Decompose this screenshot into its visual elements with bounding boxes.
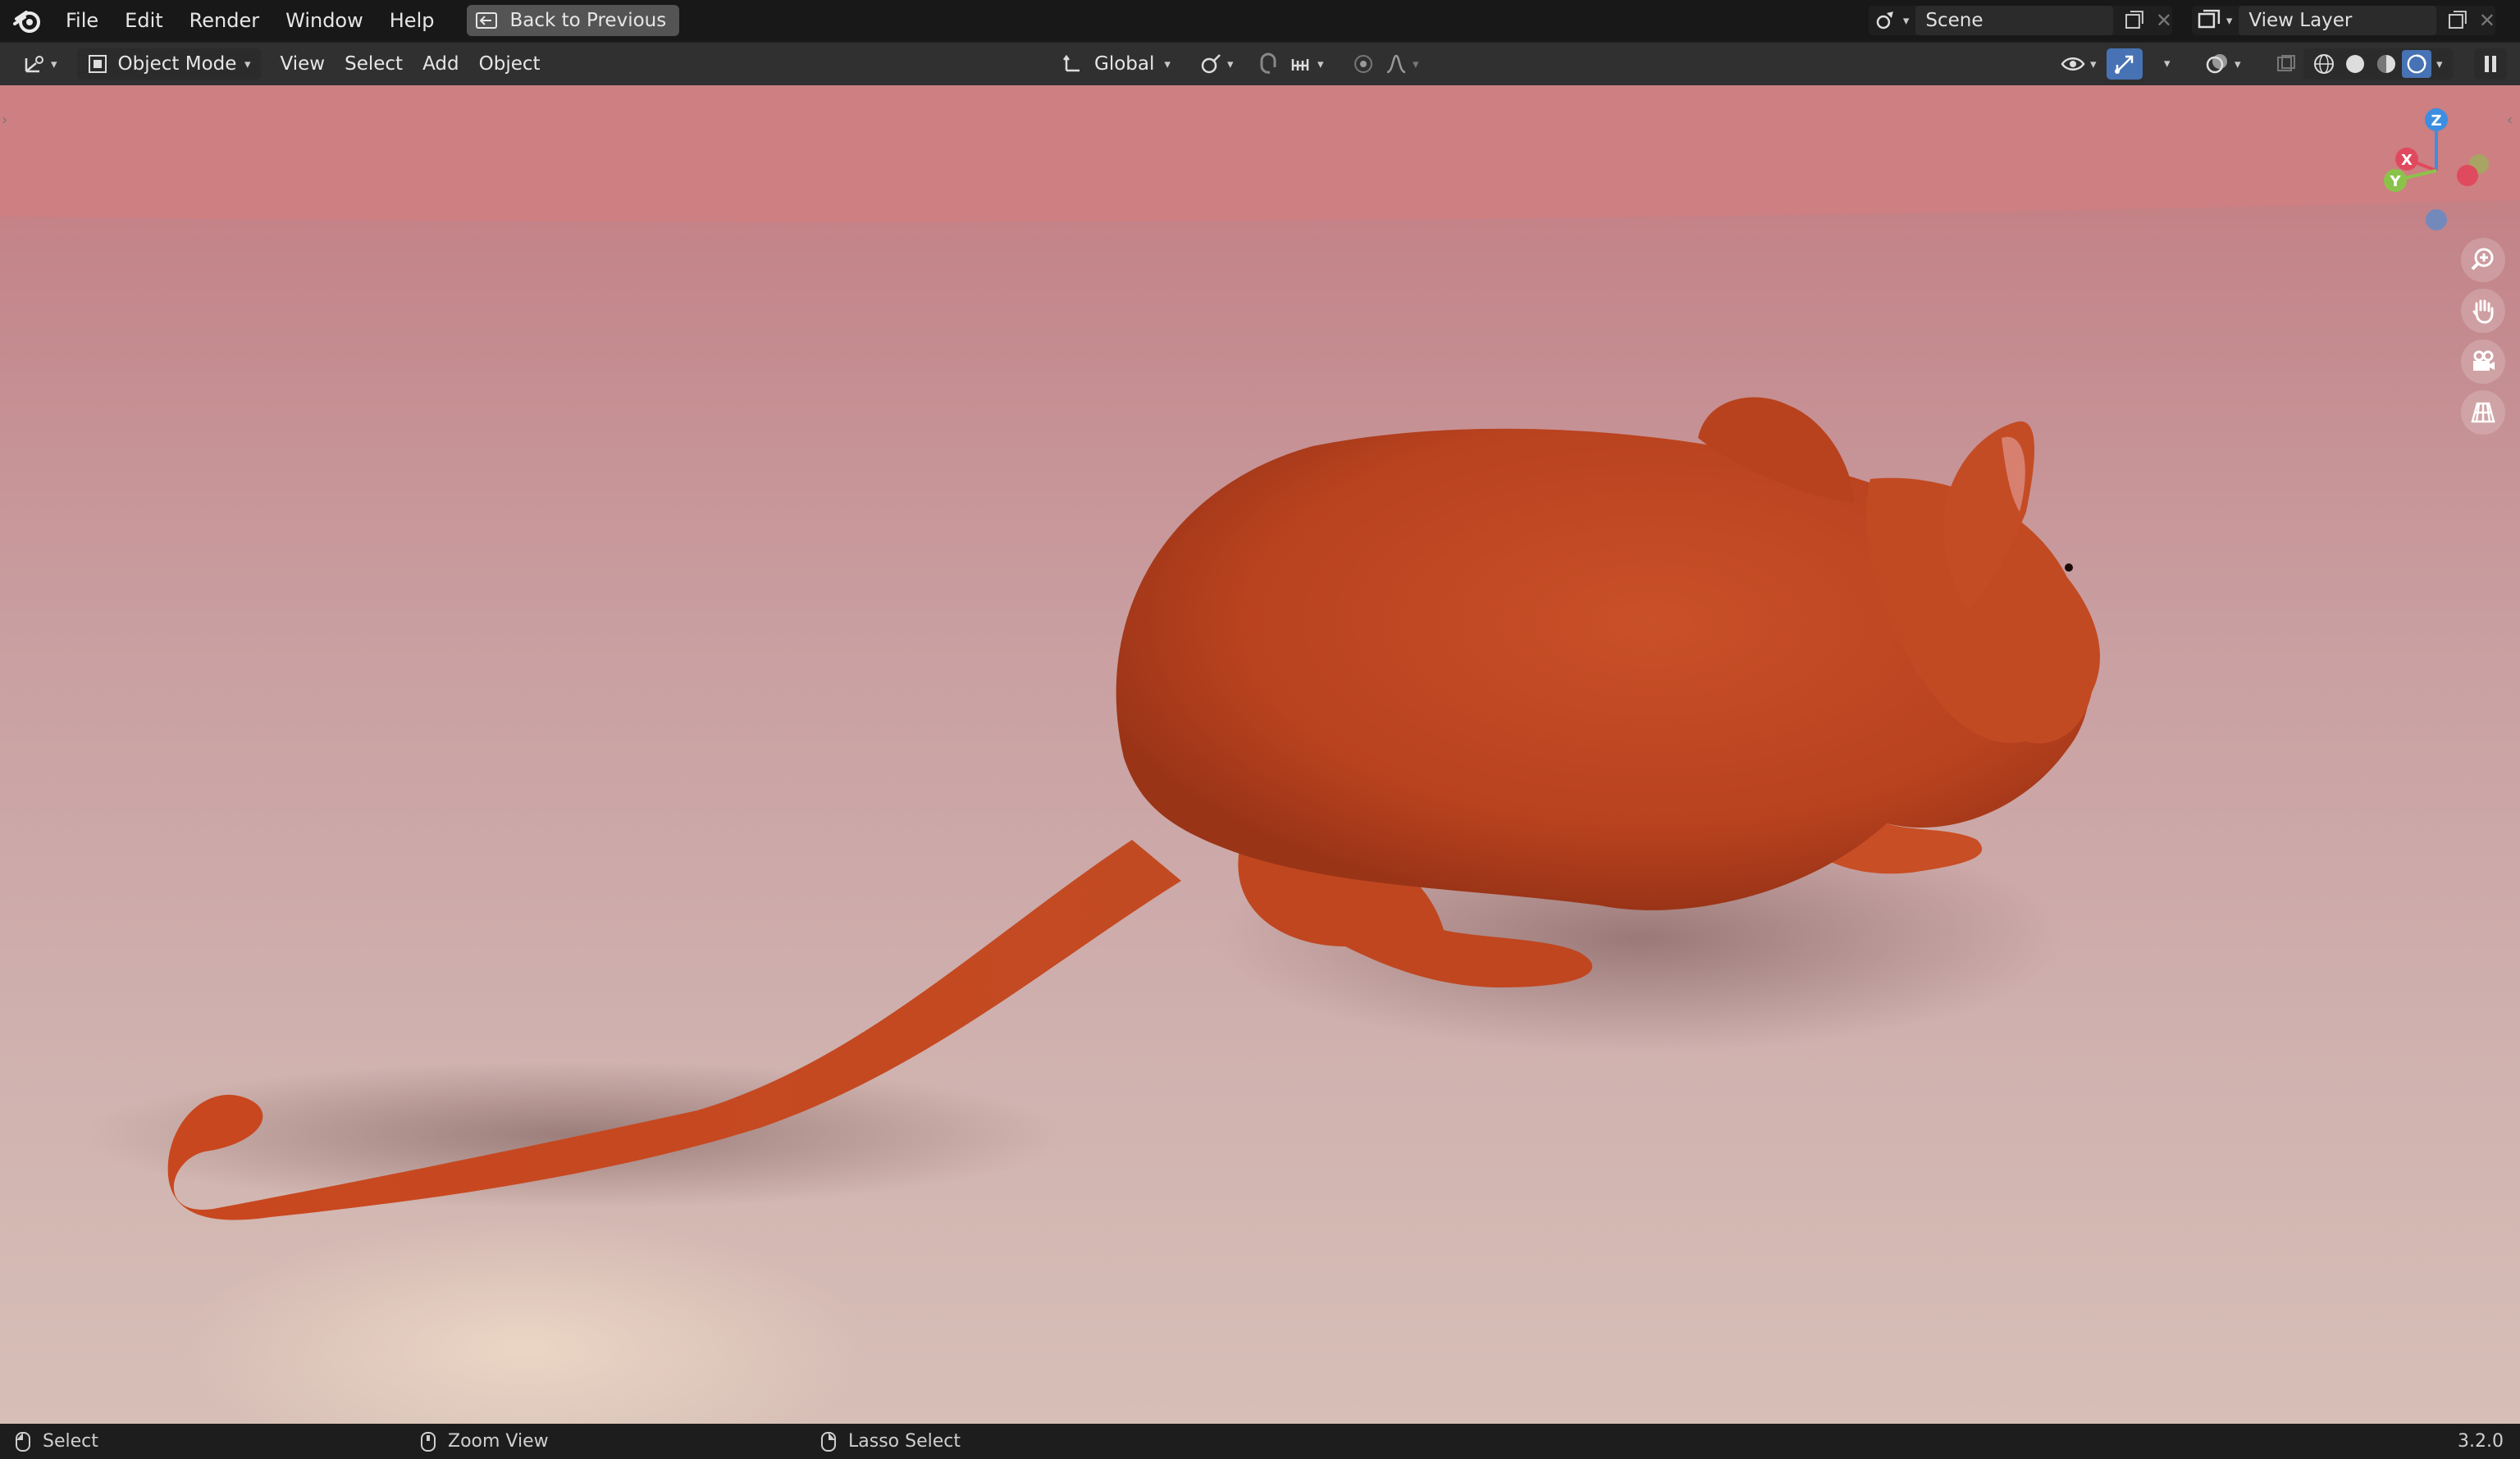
view-layer-name[interactable]: View Layer [2248,10,2352,31]
close-icon[interactable]: ✕ [2156,9,2172,32]
pivot-icon [1201,54,1221,74]
menu-add[interactable]: Add [413,48,469,80]
toolbar-expand-arrow-icon[interactable]: › [2,112,7,129]
chevron-down-icon: ▾ [1413,57,1419,71]
orientation-label: Global [1094,53,1155,75]
status-lasso-label: Lasso Select [848,1431,961,1452]
status-zoom-label: Zoom View [448,1431,549,1452]
version-number: 3.2.0 [2458,1431,2504,1452]
view-layer-icon [2198,9,2221,29]
back-arrow-icon [476,12,498,29]
pause-icon [2485,56,2496,72]
shading-mode-group: ▾ [2303,48,2453,80]
chevron-down-icon: ▾ [2235,57,2241,71]
chevron-down-icon: ▾ [1164,57,1171,71]
status-select-label: Select [43,1431,98,1452]
object-mode-dropdown[interactable]: Object Mode ▾ [76,48,261,80]
wireframe-shading-icon[interactable] [2312,52,2336,76]
menu-edit[interactable]: Edit [112,0,176,41]
zoom-magnifier-icon [2471,248,2494,271]
3d-viewport[interactable]: Z X Y › ‹ [0,85,2520,1424]
chevron-down-icon: ▾ [1227,57,1234,71]
editor-type-selector[interactable]: ▾ [11,48,67,80]
snap-increment-icon [1291,59,1309,71]
visibility-dropdown[interactable]: ▾ [2051,48,2107,80]
new-view-layer-icon[interactable] [2446,10,2468,31]
rendered-scene [0,85,2520,1424]
object-mode-label: Object Mode [117,53,237,75]
menu-file[interactable]: File [52,0,112,41]
chevron-down-icon: ▾ [1317,57,1324,71]
status-zoom-hint: Zoom View [420,1424,549,1459]
viewport-header: ▾ Object Mode ▾ View Select Add Object G… [0,43,2520,85]
mouse-middle-icon [421,1431,436,1452]
orientation-icon [1063,54,1080,72]
gizmo-neg-x[interactable] [2457,165,2478,186]
blender-logo-icon[interactable] [13,6,43,35]
menu-render[interactable]: Render [176,0,272,41]
gizmo-x-label: X [2401,152,2413,169]
camera-icon [2473,350,2495,371]
camera-view-button[interactable] [2461,340,2505,384]
scene-name[interactable]: Scene [1925,10,1983,31]
hand-icon [2472,299,2494,324]
gizmo-toggle[interactable] [2107,48,2143,80]
pivot-point-dropdown[interactable]: ▾ [1189,48,1244,80]
status-select-hint: Select [15,1424,98,1459]
chevron-down-icon: ▾ [244,57,251,71]
scene-icon [1876,11,1893,30]
xray-icon [2277,55,2295,71]
gizmo-icon [2115,55,2134,74]
status-bar: Select Zoom View Lasso Select 3.2.0 [0,1424,2520,1459]
rendered-shading-icon [2407,54,2426,74]
status-lasso-hint: Lasso Select [820,1424,961,1459]
mouse-left-icon [16,1431,30,1452]
object-mode-icon [88,55,107,73]
back-to-previous-button[interactable]: Back to Previous [467,5,680,36]
chevron-down-icon: ▾ [2090,57,2097,71]
menu-select[interactable]: Select [335,48,413,80]
transform-orientation-dropdown[interactable]: Global ▾ [1052,48,1180,80]
gizmo-neg-z[interactable] [2426,209,2447,230]
proportional-edit-icon [1354,55,1372,73]
solid-shading-icon[interactable] [2343,52,2367,76]
xray-toggle[interactable] [2266,48,2307,80]
new-scene-icon[interactable] [2123,10,2144,31]
magnet-icon [1260,52,1276,74]
gizmo-z-label: Z [2431,112,2441,130]
scene-selector[interactable]: ▾ Scene ✕ [1869,6,2172,35]
menu-help[interactable]: Help [377,0,448,41]
snap-target-dropdown[interactable]: ▾ [1280,48,1334,80]
eye-icon [2061,57,2085,71]
perspective-toggle-button[interactable] [2461,390,2505,435]
falloff-dropdown[interactable]: ▾ [1375,48,1429,80]
view-layer-selector[interactable]: ▾ View Layer ✕ [2192,6,2495,35]
sidebar-expand-arrow-icon[interactable]: ‹ [2507,112,2513,129]
rendered-shading-button[interactable] [2402,50,2431,78]
chevron-down-icon: ▾ [2226,13,2233,28]
zoom-button[interactable] [2461,238,2505,282]
back-to-previous-label: Back to Previous [509,10,667,31]
overlays-icon [2206,54,2227,74]
chevron-down-icon[interactable]: ▾ [2436,57,2443,71]
gizmo-y-label: Y [2389,173,2401,190]
menu-view[interactable]: View [271,48,336,80]
menu-object[interactable]: Object [469,48,550,80]
navigation-gizmo[interactable]: Z X Y [2371,102,2502,249]
3d-axes-icon [25,56,43,73]
chevron-down-icon[interactable]: ▾ [2164,56,2171,71]
pause-render-button[interactable] [2474,48,2507,80]
overlays-toggle[interactable]: ▾ [2195,48,2251,80]
material-preview-icon[interactable] [2374,52,2399,76]
falloff-curve-icon [1386,54,1406,74]
chevron-down-icon: ▾ [51,57,57,71]
grid-perspective-icon [2471,402,2495,423]
close-icon[interactable]: ✕ [2479,9,2495,32]
chevron-down-icon: ▾ [1902,13,1910,28]
pan-button[interactable] [2461,289,2505,333]
menu-window[interactable]: Window [272,0,377,41]
mouse-right-icon [821,1431,836,1452]
